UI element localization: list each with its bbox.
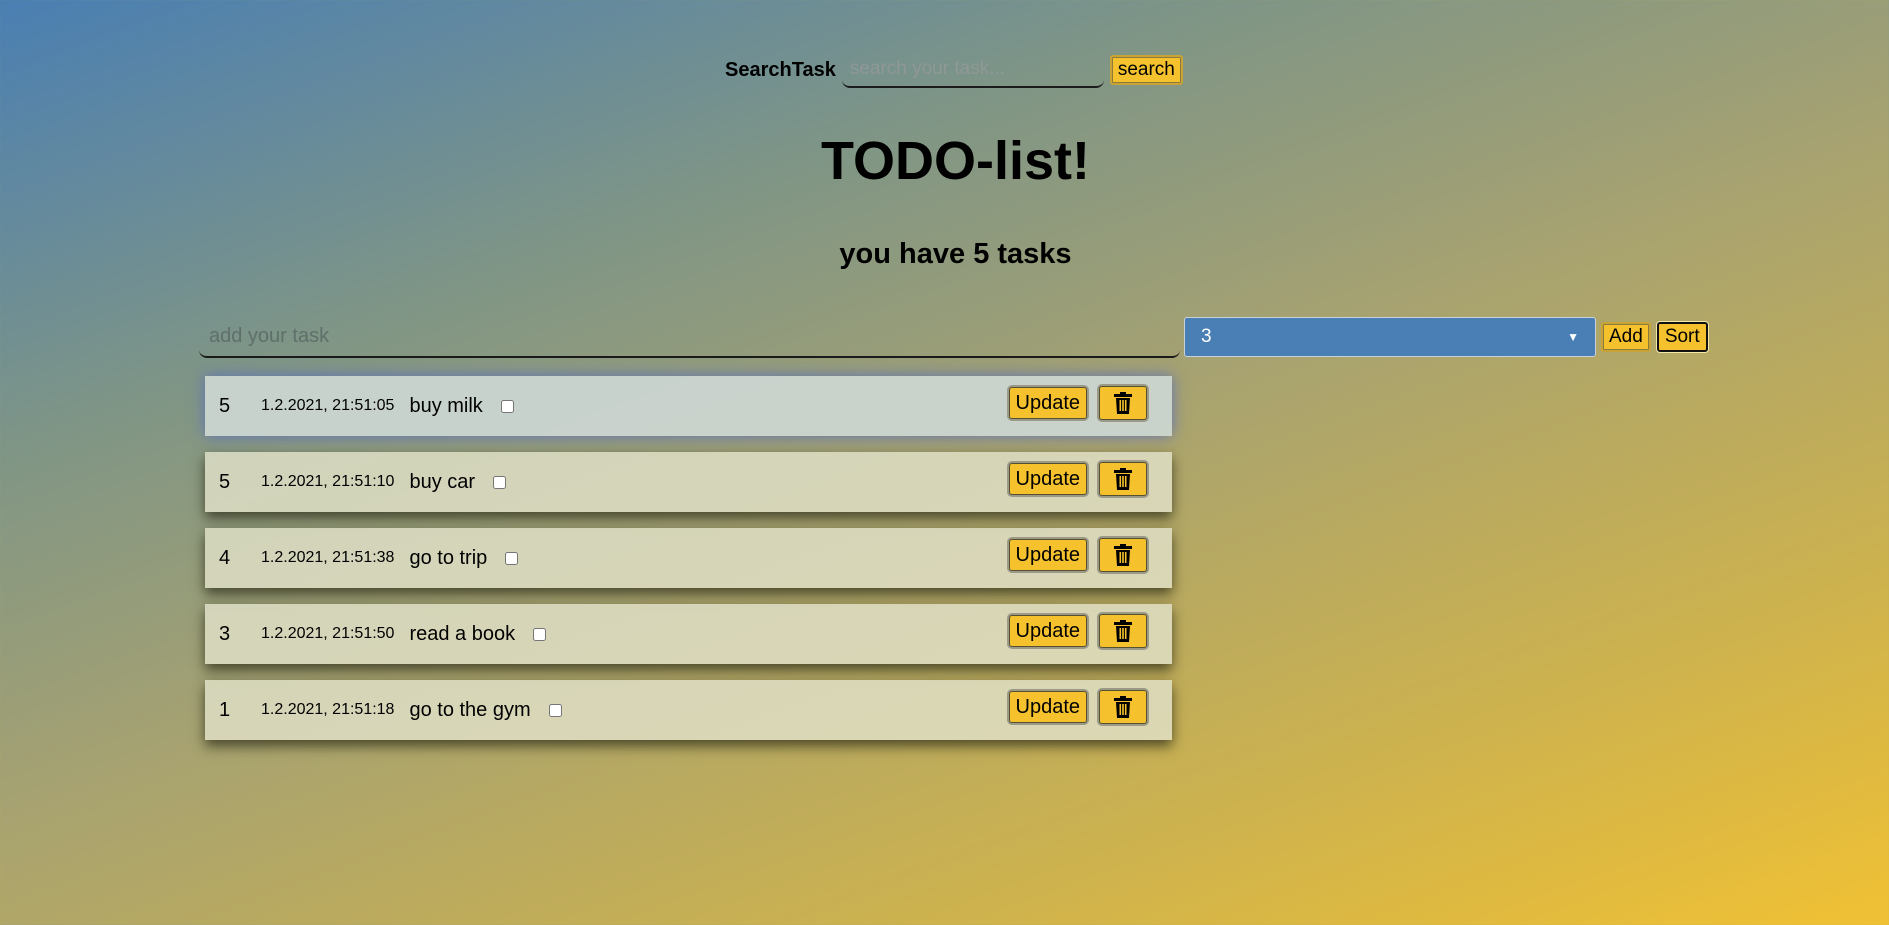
add-task-input[interactable] [199, 316, 1180, 358]
update-button[interactable]: Update [1008, 691, 1087, 723]
task-name: go to the gym [409, 698, 531, 721]
task-checkbox[interactable] [548, 703, 562, 717]
task-priority: 5 [219, 470, 231, 493]
task-date: 1.2.2021, 21:51:18 [261, 701, 395, 718]
delete-button[interactable] [1099, 538, 1147, 572]
search-bar: SearchTask search [725, 52, 1183, 88]
update-button[interactable]: Update [1008, 539, 1087, 571]
add-task-form: 3 ▼ Add Sort [199, 316, 1708, 358]
task-date: 1.2.2021, 21:51:05 [261, 397, 395, 414]
task-actions: Update [1008, 538, 1147, 572]
trash-icon [1114, 620, 1132, 642]
task-date: 1.2.2021, 21:51:50 [261, 625, 395, 642]
priority-select-value: 3 [1201, 326, 1212, 347]
trash-icon [1114, 544, 1132, 566]
task-actions: Update [1008, 386, 1147, 420]
task-checkbox[interactable] [505, 551, 519, 565]
task-checkbox[interactable] [493, 475, 507, 489]
update-button[interactable]: Update [1008, 615, 1087, 647]
task-priority: 5 [219, 394, 231, 417]
delete-button[interactable] [1099, 614, 1147, 648]
task-name: go to trip [409, 546, 488, 569]
chevron-down-icon: ▼ [1567, 330, 1579, 344]
task-name: buy milk [409, 394, 483, 417]
add-button[interactable]: Add [1601, 322, 1651, 352]
trash-icon [1114, 468, 1132, 490]
task-actions: Update [1008, 690, 1147, 724]
task-name: buy car [409, 470, 476, 493]
task-row: 1 1.2.2021, 21:51:18 go to the gym Updat… [205, 680, 1172, 740]
task-count: you have 5 tasks [839, 238, 1072, 270]
task-priority: 3 [219, 622, 231, 645]
search-label: SearchTask [725, 58, 836, 81]
task-actions: Update [1008, 462, 1147, 496]
task-row: 3 1.2.2021, 21:51:50 read a book Update [205, 604, 1172, 664]
search-button[interactable]: search [1109, 55, 1183, 85]
task-name: read a book [409, 622, 516, 645]
task-checkbox[interactable] [500, 399, 514, 413]
task-row: 5 1.2.2021, 21:51:10 buy car Update [205, 452, 1172, 512]
task-priority: 1 [219, 698, 231, 721]
task-checkbox[interactable] [533, 627, 547, 641]
update-button[interactable]: Update [1008, 463, 1087, 495]
task-priority: 4 [219, 546, 231, 569]
task-date: 1.2.2021, 21:51:10 [261, 473, 395, 490]
trash-icon [1114, 696, 1132, 718]
page-title: TODO-list! [821, 131, 1090, 191]
task-date: 1.2.2021, 21:51:38 [261, 549, 395, 566]
delete-button[interactable] [1099, 386, 1147, 420]
task-actions: Update [1008, 614, 1147, 648]
task-row: 5 1.2.2021, 21:51:05 buy milk Update [205, 376, 1172, 436]
trash-icon [1114, 392, 1132, 414]
task-row: 4 1.2.2021, 21:51:38 go to trip Update [205, 528, 1172, 588]
task-list: 5 1.2.2021, 21:51:05 buy milk Update 5 1… [205, 376, 1172, 756]
update-button[interactable]: Update [1008, 387, 1087, 419]
delete-button[interactable] [1099, 462, 1147, 496]
delete-button[interactable] [1099, 690, 1147, 724]
priority-select[interactable]: 3 ▼ [1184, 317, 1596, 357]
search-input[interactable] [841, 52, 1104, 88]
sort-button[interactable]: Sort [1656, 322, 1708, 352]
